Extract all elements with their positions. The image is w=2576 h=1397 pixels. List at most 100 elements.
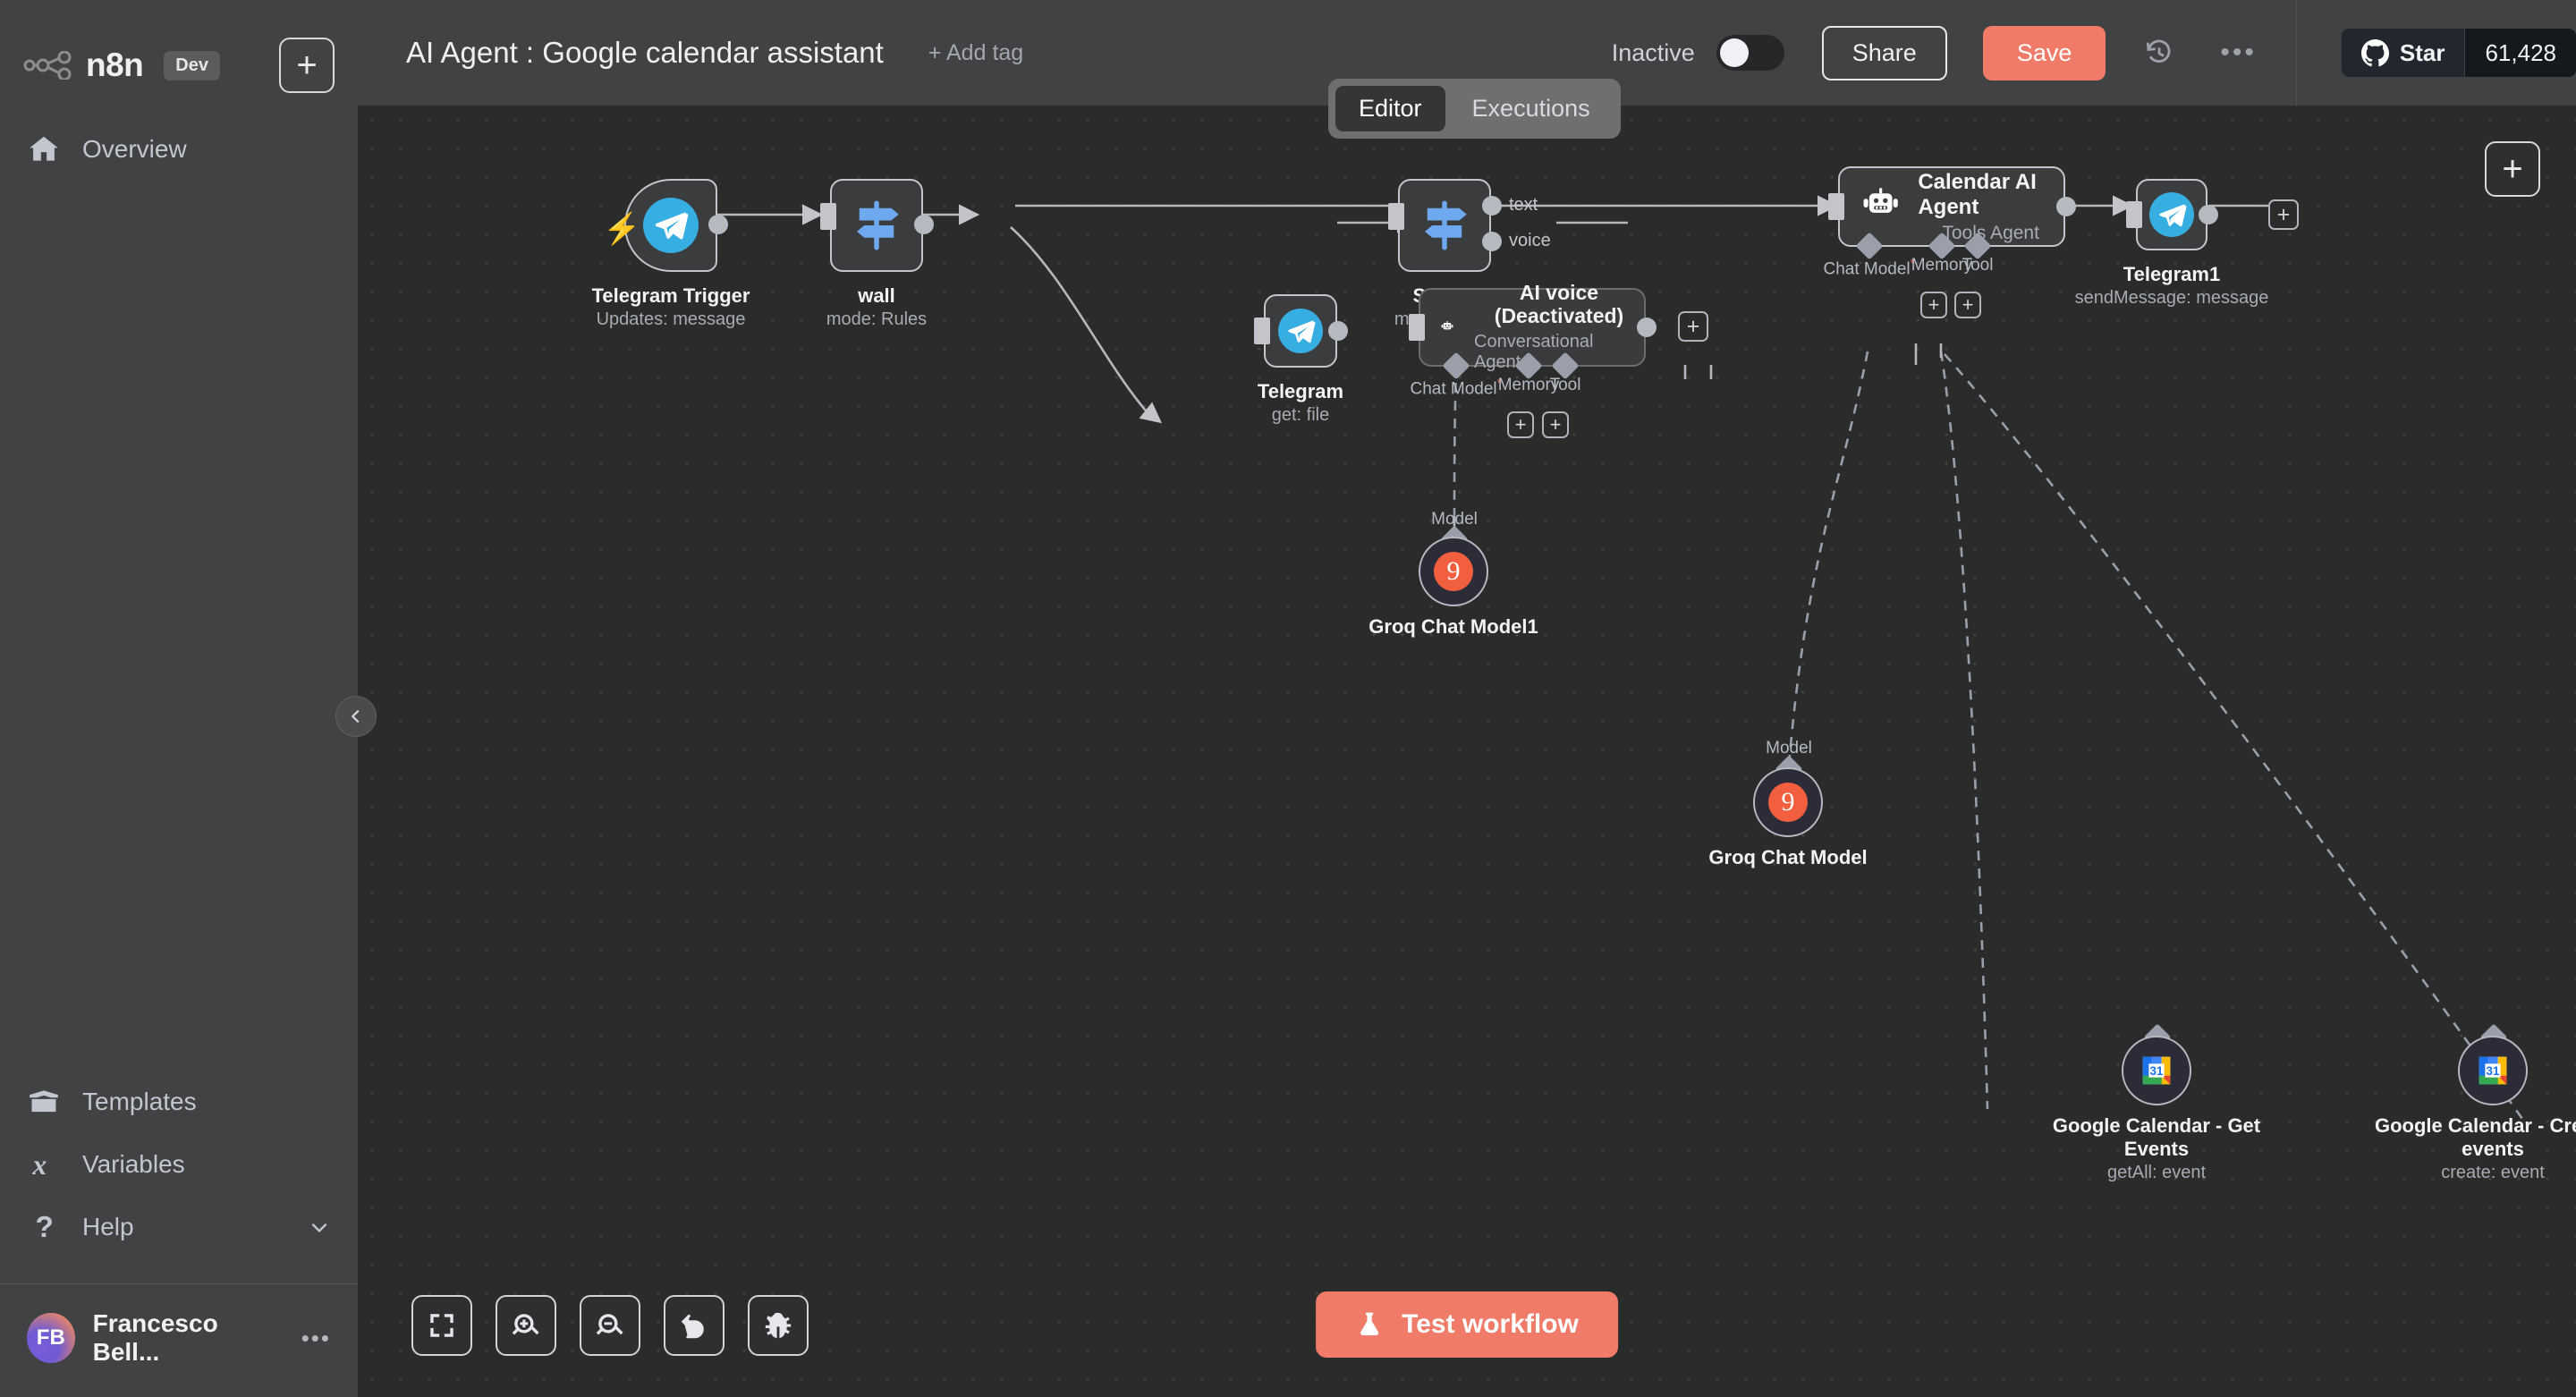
sidebar-item-help[interactable]: ? Help xyxy=(0,1196,358,1258)
n8n-workflow-editor: n8n Dev + Overview Templates x xyxy=(0,0,2576,1397)
history-icon[interactable] xyxy=(2138,31,2181,74)
user-options-icon[interactable]: ••• xyxy=(301,1325,331,1352)
input-port[interactable] xyxy=(1388,203,1404,230)
tab-executions[interactable]: Executions xyxy=(1449,86,1614,131)
share-button[interactable]: Share xyxy=(1822,26,1947,80)
workflow-title[interactable]: AI Agent : Google calendar assistant xyxy=(406,36,884,70)
output-port[interactable] xyxy=(914,215,934,234)
svg-text:31: 31 xyxy=(2487,1064,2500,1078)
sidebar-header: n8n Dev + xyxy=(0,0,358,106)
node-body[interactable] xyxy=(2136,179,2207,250)
github-star-left: Star xyxy=(2342,29,2465,77)
toggle-knob xyxy=(1720,38,1749,67)
add-memory-button[interactable]: + xyxy=(1920,292,1947,318)
switch-icon xyxy=(1415,196,1474,255)
input-port[interactable] xyxy=(1828,193,1844,220)
node-ai-voice[interactable]: AI voice (Deactivated) Conversational Ag… xyxy=(1419,288,1646,367)
flask-icon xyxy=(1355,1310,1384,1339)
node-subtitle: get: file xyxy=(1272,405,1329,426)
add-tool-button[interactable]: + xyxy=(1954,292,1981,318)
node-label: Telegram1 xyxy=(2123,263,2220,286)
node-label: Groq Chat Model1 xyxy=(1368,615,1538,639)
node-body[interactable] xyxy=(1398,179,1491,272)
telegram-icon xyxy=(2149,192,2194,237)
add-next-node-button[interactable]: + xyxy=(1678,311,1708,342)
zoom-out-button[interactable] xyxy=(580,1295,640,1356)
workflow-more-menu[interactable]: ••• xyxy=(2220,38,2257,68)
node-telegram1[interactable]: Telegram1 sendMessage: message + xyxy=(2136,179,2207,250)
node-switch[interactable]: text voice Switch mode: Rules xyxy=(1398,179,1491,272)
github-star-button[interactable]: Star 61,428 xyxy=(2342,29,2576,77)
avatar: FB xyxy=(27,1313,75,1363)
robot-icon xyxy=(1440,303,1454,351)
add-tool-button[interactable]: + xyxy=(1542,411,1569,438)
output-port[interactable] xyxy=(2199,205,2218,224)
input-port[interactable] xyxy=(1254,318,1270,344)
tab-editor[interactable]: Editor xyxy=(1335,86,1445,131)
sidebar-item-overview[interactable]: Overview xyxy=(0,118,358,181)
add-tag-button[interactable]: + Add tag xyxy=(928,40,1023,66)
node-telegram-trigger[interactable]: ⚡ Telegram Trigger Updates: message xyxy=(624,179,717,272)
telegram-icon xyxy=(643,198,699,253)
node-body[interactable]: 9 xyxy=(1753,767,1823,837)
google-calendar-icon: 31 xyxy=(2472,1050,2513,1091)
output-port-text[interactable] xyxy=(1482,196,1502,216)
add-memory-button[interactable]: + xyxy=(1507,411,1534,438)
output-port[interactable] xyxy=(708,215,728,234)
debug-button[interactable] xyxy=(748,1295,809,1356)
sub-port-label-tool: Tool xyxy=(1550,376,1581,395)
sidebar-collapse-button[interactable] xyxy=(335,696,377,737)
undo-icon xyxy=(679,1310,709,1341)
node-telegram[interactable]: Telegram get: file xyxy=(1264,294,1337,368)
output-port[interactable] xyxy=(2056,197,2076,216)
github-star-count: 61,428 xyxy=(2464,29,2576,77)
input-port[interactable] xyxy=(1409,314,1425,341)
brand-logo[interactable]: n8n Dev xyxy=(23,47,220,84)
create-workflow-button[interactable]: + xyxy=(279,38,335,93)
sidebar-item-label: Templates xyxy=(82,1088,197,1116)
add-next-node-button[interactable]: + xyxy=(2268,199,2299,230)
node-body[interactable] xyxy=(830,179,923,272)
node-calendar-ai-agent[interactable]: Calendar AI Agent Tools Agent Chat Model… xyxy=(1838,166,2065,247)
sidebar-item-variables[interactable]: x Variables xyxy=(0,1133,358,1196)
node-body[interactable] xyxy=(1264,294,1337,368)
zoom-in-button[interactable] xyxy=(496,1295,556,1356)
user-name: Francesco Bell... xyxy=(93,1309,284,1367)
node-label: Telegram xyxy=(1258,380,1343,403)
node-label: Telegram Trigger xyxy=(592,284,750,308)
add-node-button[interactable]: + xyxy=(2485,141,2540,197)
user-menu[interactable]: FB Francesco Bell... ••• xyxy=(0,1284,358,1397)
robot-icon xyxy=(1860,180,1902,233)
output-label-voice: voice xyxy=(1509,231,1551,251)
variables-icon: x xyxy=(27,1147,61,1181)
zoom-to-fit-button[interactable] xyxy=(411,1295,472,1356)
node-title: AI voice (Deactivated) xyxy=(1474,282,1644,328)
node-subtitle: sendMessage: message xyxy=(2075,288,2269,309)
test-workflow-button[interactable]: Test workflow xyxy=(1316,1291,1618,1358)
input-port[interactable] xyxy=(820,203,836,230)
save-button[interactable]: Save xyxy=(1983,26,2106,80)
sidebar-item-templates[interactable]: Templates xyxy=(0,1071,358,1133)
node-body[interactable]: 31 xyxy=(2458,1036,2528,1105)
input-port[interactable] xyxy=(2126,201,2142,228)
output-port-voice[interactable] xyxy=(1482,232,1502,251)
node-subtitle-inline: Tools Agent xyxy=(1942,223,2039,244)
node-body[interactable]: 31 xyxy=(2122,1036,2191,1105)
n8n-logo-icon xyxy=(23,51,73,80)
reset-zoom-button[interactable] xyxy=(664,1295,724,1356)
output-port[interactable] xyxy=(1637,318,1657,337)
header-divider xyxy=(2296,0,2297,106)
activation-toggle[interactable] xyxy=(1716,35,1784,71)
sidebar-item-label: Overview xyxy=(82,135,187,164)
node-wall[interactable]: wall mode: Rules xyxy=(830,179,923,272)
sidebar-item-label: Variables xyxy=(82,1150,185,1179)
workflow-canvas[interactable]: + ⚡ Telegram Trigger Updates: message xyxy=(358,106,2576,1397)
activation-status-label: Inactive xyxy=(1612,39,1695,67)
telegram-icon xyxy=(1278,309,1323,353)
test-workflow-label: Test workflow xyxy=(1402,1309,1579,1340)
node-title: Calendar AI Agent xyxy=(1918,170,2063,220)
switch-icon xyxy=(847,196,906,255)
node-body[interactable]: 9 xyxy=(1419,537,1488,606)
groq-icon: 9 xyxy=(1768,783,1808,822)
output-port[interactable] xyxy=(1328,321,1348,341)
